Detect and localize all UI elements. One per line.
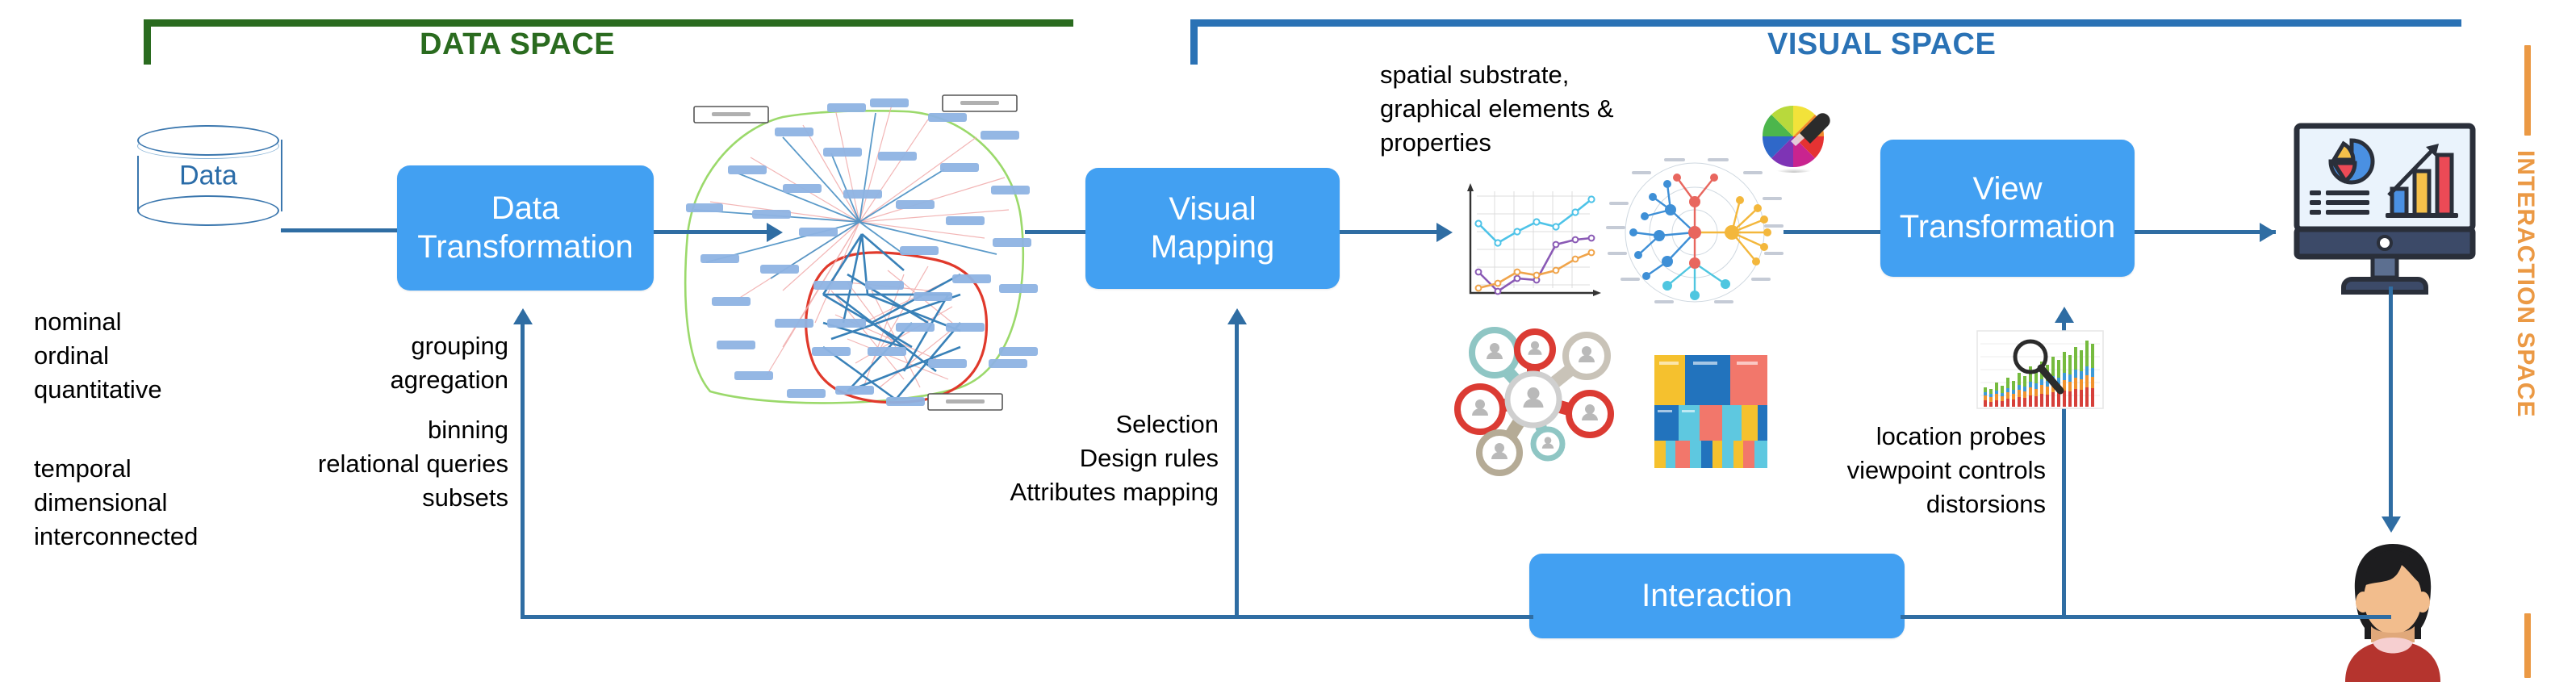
connector-mapping-to-structures bbox=[1340, 230, 1436, 234]
visual-space-bracket-left bbox=[1190, 19, 1198, 65]
interaction-box[interactable]: Interaction bbox=[1529, 554, 1905, 638]
data-store-cylinder: Data bbox=[137, 125, 282, 226]
connector-view-to-monitor bbox=[2135, 230, 2276, 234]
data-space-title: DATA SPACE bbox=[420, 27, 616, 61]
data-transform-ops-secondary-label: binning relational queries subsets bbox=[317, 416, 508, 512]
visual-space-title: VISUAL SPACE bbox=[1767, 27, 1997, 61]
view-transformation-box[interactable]: View Transformation bbox=[1880, 140, 2135, 277]
treemap-chart-icon bbox=[1654, 355, 1767, 468]
magnifier-over-bar-chart-icon bbox=[1976, 329, 2105, 418]
interaction-space-dash-top bbox=[2524, 45, 2531, 136]
data-transformation-box[interactable]: Data Transformation bbox=[397, 165, 654, 291]
arrow-monitor-to-user bbox=[2382, 516, 2401, 533]
network-graph-visualization bbox=[662, 81, 1049, 420]
cylinder-top-ellipse bbox=[137, 125, 279, 156]
monitor-dashboard-icon bbox=[2292, 121, 2478, 295]
arrow-mapping-to-structures bbox=[1436, 223, 1453, 242]
view-transformation-label: View Transformation bbox=[1899, 170, 2116, 245]
social-network-people-icon bbox=[1445, 319, 1622, 480]
data-types-primary-label: nominal ordinal quantitative bbox=[34, 307, 162, 404]
data-store-label: Data bbox=[179, 160, 237, 190]
cylinder-bottom-ellipse bbox=[137, 195, 279, 226]
arrow-riser-data-transformation bbox=[513, 308, 533, 324]
radial-network-chart-icon bbox=[1604, 152, 1786, 313]
visual-mapping-label: Visual Mapping bbox=[1150, 190, 1275, 265]
visual-mapping-inputs-label: Selection Design rules Attributes mappin… bbox=[1010, 410, 1219, 506]
data-types-secondary-label: temporal dimensional interconnected bbox=[34, 454, 199, 550]
connector-structures-to-view bbox=[1784, 230, 1880, 234]
color-picker-wheel-icon bbox=[1758, 101, 1830, 174]
arrow-transform-to-graph bbox=[767, 223, 783, 242]
interaction-label: Interaction bbox=[1641, 577, 1792, 613]
visual-structures-label: spatial substrate, graphical elements & … bbox=[1380, 61, 1614, 157]
data-space-bracket-left bbox=[144, 19, 151, 65]
view-transform-ops-label: location probes viewpoint controls disto… bbox=[1846, 422, 2046, 518]
riser-to-visual-mapping bbox=[1235, 323, 1239, 617]
connector-transform-to-graph bbox=[654, 230, 767, 234]
visual-space-bracket-top bbox=[1190, 19, 2461, 27]
line-chart-icon bbox=[1453, 182, 1606, 307]
arrow-view-to-monitor bbox=[2260, 223, 2276, 242]
visual-mapping-box[interactable]: Visual Mapping bbox=[1085, 168, 1340, 289]
data-transform-ops-primary-label: grouping agregation bbox=[390, 332, 508, 394]
data-transformation-label: Data Transformation bbox=[417, 190, 634, 265]
interaction-space-title: INTERACTION SPACE bbox=[2512, 150, 2539, 418]
user-avatar-icon bbox=[2324, 533, 2461, 682]
connector-monitor-to-user bbox=[2389, 286, 2393, 521]
connector-data-to-transform bbox=[281, 228, 400, 232]
feedback-bus-left bbox=[521, 615, 1533, 619]
feedback-bus-right bbox=[1901, 615, 2391, 619]
arrow-riser-visual-mapping bbox=[1227, 308, 1247, 324]
connector-graph-to-mapping bbox=[1025, 230, 1088, 234]
diagram-canvas: DATA SPACE VISUAL SPACE INTERACTION SPAC… bbox=[0, 0, 2576, 690]
interaction-space-dash-bottom bbox=[2524, 613, 2531, 678]
riser-to-data-transformation bbox=[521, 323, 525, 617]
data-space-bracket-top bbox=[144, 19, 1073, 27]
arrow-riser-view-transformation bbox=[2055, 307, 2074, 323]
